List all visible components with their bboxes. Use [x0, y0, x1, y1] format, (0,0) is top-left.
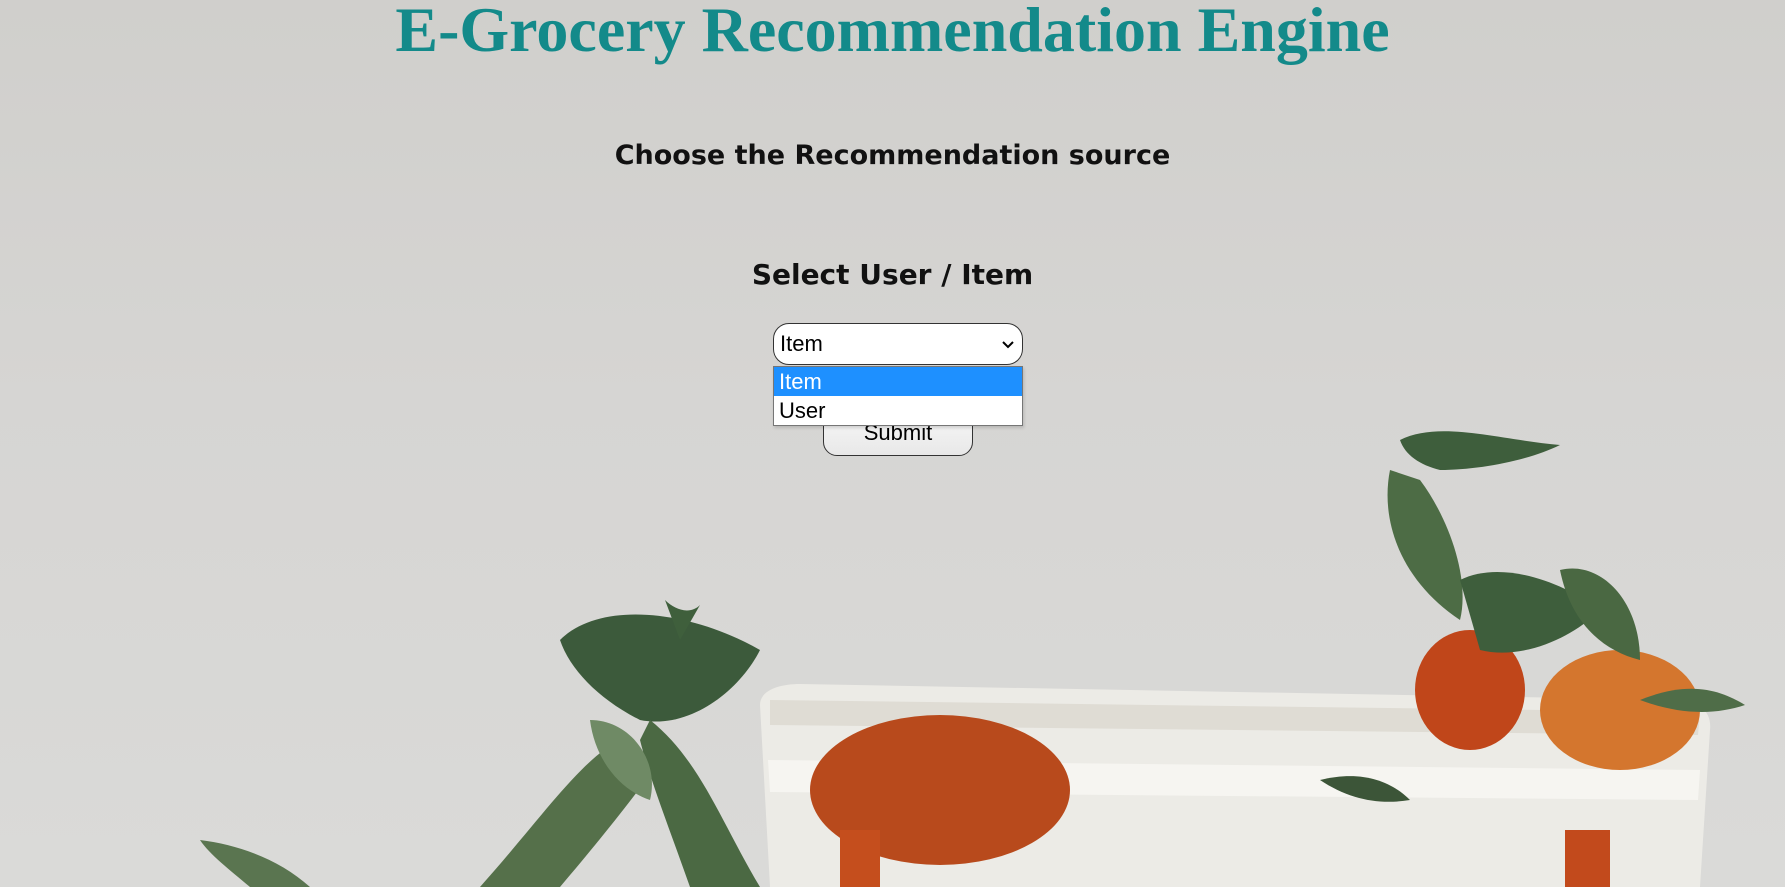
page-title: E-Grocery Recommendation Engine — [395, 0, 1390, 65]
chevron-down-icon — [1002, 341, 1014, 349]
option-item[interactable]: Item — [774, 367, 1022, 396]
page-content: E-Grocery Recommendation Engine Choose t… — [0, 0, 1785, 887]
option-user[interactable]: User — [774, 396, 1022, 425]
recommendation-source-heading: Choose the Recommendation source — [614, 140, 1171, 171]
select-label: Select User / Item — [751, 258, 1034, 291]
source-select[interactable]: Item — [773, 323, 1023, 365]
select-current-value: Item — [780, 331, 823, 356]
select-dropdown-list: Item User — [773, 366, 1023, 426]
